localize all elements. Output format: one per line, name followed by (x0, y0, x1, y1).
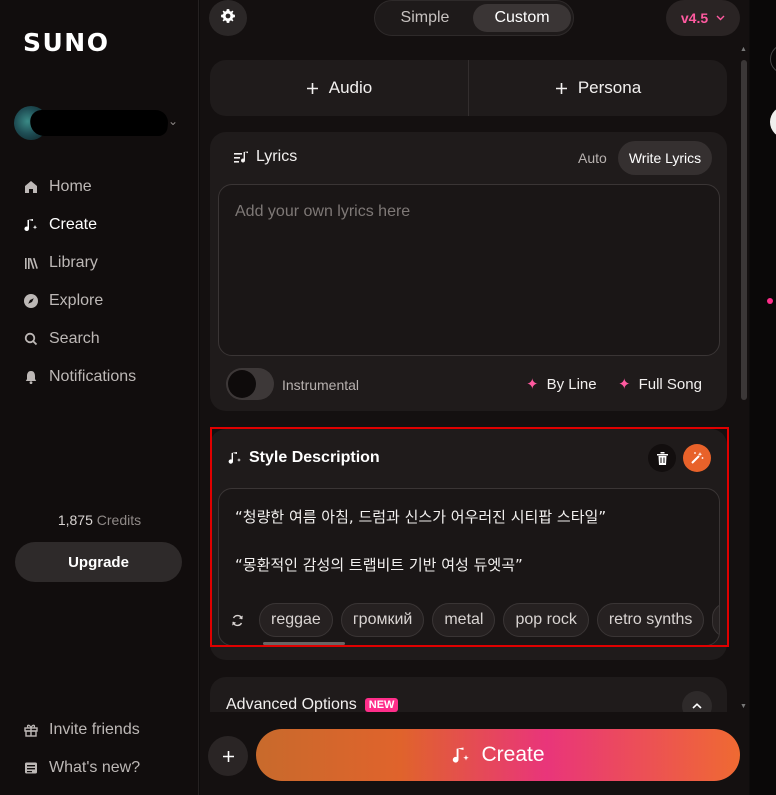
gift-icon (22, 721, 40, 739)
add-source-bar: Audio Persona (210, 60, 727, 116)
sidebar-item-label: Home (49, 178, 92, 195)
create-bar: Create (200, 712, 749, 795)
sparkle-icon: ✦ (526, 376, 539, 393)
credits-count: 1,875 (57, 512, 93, 528)
sidebar: SUNO ⌄ Home Create Library Explore Searc… (0, 0, 199, 795)
library-icon (22, 254, 40, 272)
credits-display: 1,875 Credits (0, 512, 199, 528)
chevron-up-icon (692, 703, 702, 709)
mode-simple-tab[interactable]: Simple (379, 4, 471, 32)
pink-dot (767, 298, 773, 304)
gear-icon (220, 8, 236, 29)
sidebar-item-label: Invite friends (49, 721, 140, 738)
sidebar-nav: Home Create Library Explore Search Notif… (22, 168, 136, 396)
lyrics-icon (234, 151, 248, 163)
sidebar-item-label: Search (49, 330, 100, 347)
instrumental-label: Instrumental (282, 377, 360, 393)
create-label: Create (481, 743, 545, 766)
sidebar-item-label: Notifications (49, 368, 137, 385)
lyrics-input[interactable]: Add your own lyrics here (218, 184, 720, 356)
instrumental-toggle[interactable] (226, 368, 274, 400)
by-line-button[interactable]: ✦ By Line (526, 375, 597, 394)
toggle-knob (228, 370, 256, 398)
news-icon (22, 759, 40, 777)
plus-icon (222, 750, 234, 762)
sidebar-item-library[interactable]: Library (22, 244, 136, 282)
by-line-label: By Line (546, 375, 597, 393)
sidebar-item-invite-friends[interactable]: Invite friends (22, 711, 140, 749)
sidebar-item-label: Library (49, 254, 98, 271)
model-version-select[interactable]: v4.5 (666, 0, 740, 36)
add-audio-button[interactable]: Audio (210, 60, 468, 116)
settings-button[interactable] (209, 0, 247, 36)
mode-toggle: Simple Custom (374, 0, 574, 36)
style-highlight-box (210, 427, 729, 647)
lyrics-write-tab[interactable]: Write Lyrics (618, 141, 712, 175)
lyrics-card: Lyrics Auto Write Lyrics Add your own ly… (210, 132, 727, 411)
full-song-button[interactable]: ✦ Full Song (618, 375, 702, 394)
sidebar-item-label: What's new? (49, 759, 141, 776)
sidebar-item-search[interactable]: Search (22, 320, 136, 358)
lyrics-title: Lyrics (256, 148, 298, 165)
create-note-icon (22, 216, 40, 234)
version-label: v4.5 (680, 10, 709, 26)
mode-custom-tab[interactable]: Custom (473, 4, 571, 32)
add-persona-label: Persona (577, 78, 642, 97)
scroll-up-arrow[interactable]: ▲ (740, 46, 747, 53)
plus-icon (306, 82, 318, 94)
plus-icon (555, 82, 567, 94)
search-icon (22, 330, 40, 348)
sparkle-icon: ✦ (618, 376, 631, 393)
home-icon (22, 178, 40, 196)
create-button[interactable]: Create (256, 729, 740, 781)
account-switcher[interactable]: ⌄ (14, 104, 184, 142)
right-panel-avatar[interactable] (770, 106, 776, 138)
sidebar-item-whats-new[interactable]: What's new? (22, 749, 140, 787)
right-panel-button[interactable] (770, 44, 776, 74)
credits-label: Credits (96, 512, 142, 528)
redacted-username (28, 110, 170, 136)
sidebar-item-explore[interactable]: Explore (22, 282, 136, 320)
sidebar-item-home[interactable]: Home (22, 168, 136, 206)
lyrics-auto-tab[interactable]: Auto (578, 150, 607, 166)
sidebar-item-notifications[interactable]: Notifications (22, 358, 136, 396)
lyrics-header: Lyrics (234, 148, 297, 166)
full-song-label: Full Song (638, 375, 702, 393)
add-audio-label: Audio (328, 78, 373, 97)
bell-icon (22, 368, 40, 386)
chevron-down-icon (716, 15, 725, 21)
sidebar-bottom-nav: Invite friends What's new? (22, 711, 140, 787)
right-panel-edge (750, 0, 776, 795)
chevron-down-icon: ⌄ (168, 114, 179, 128)
suno-logo[interactable]: SUNO (23, 28, 109, 57)
create-panel: Simple Custom v4.5 Audio Persona Lyrics … (200, 0, 749, 795)
sidebar-item-create[interactable]: Create (22, 206, 136, 244)
add-persona-button[interactable]: Persona (469, 60, 727, 116)
new-badge: NEW (364, 698, 399, 712)
compass-icon (22, 292, 40, 310)
panel-scrollbar-thumb[interactable] (741, 60, 747, 400)
add-button[interactable] (208, 736, 248, 776)
sidebar-item-label: Create (49, 216, 98, 233)
scroll-down-arrow[interactable]: ▼ (740, 703, 747, 710)
upgrade-button[interactable]: Upgrade (15, 542, 182, 582)
sidebar-item-label: Explore (49, 292, 104, 309)
create-note-icon (453, 747, 470, 763)
lyrics-placeholder: Add your own lyrics here (235, 203, 411, 220)
